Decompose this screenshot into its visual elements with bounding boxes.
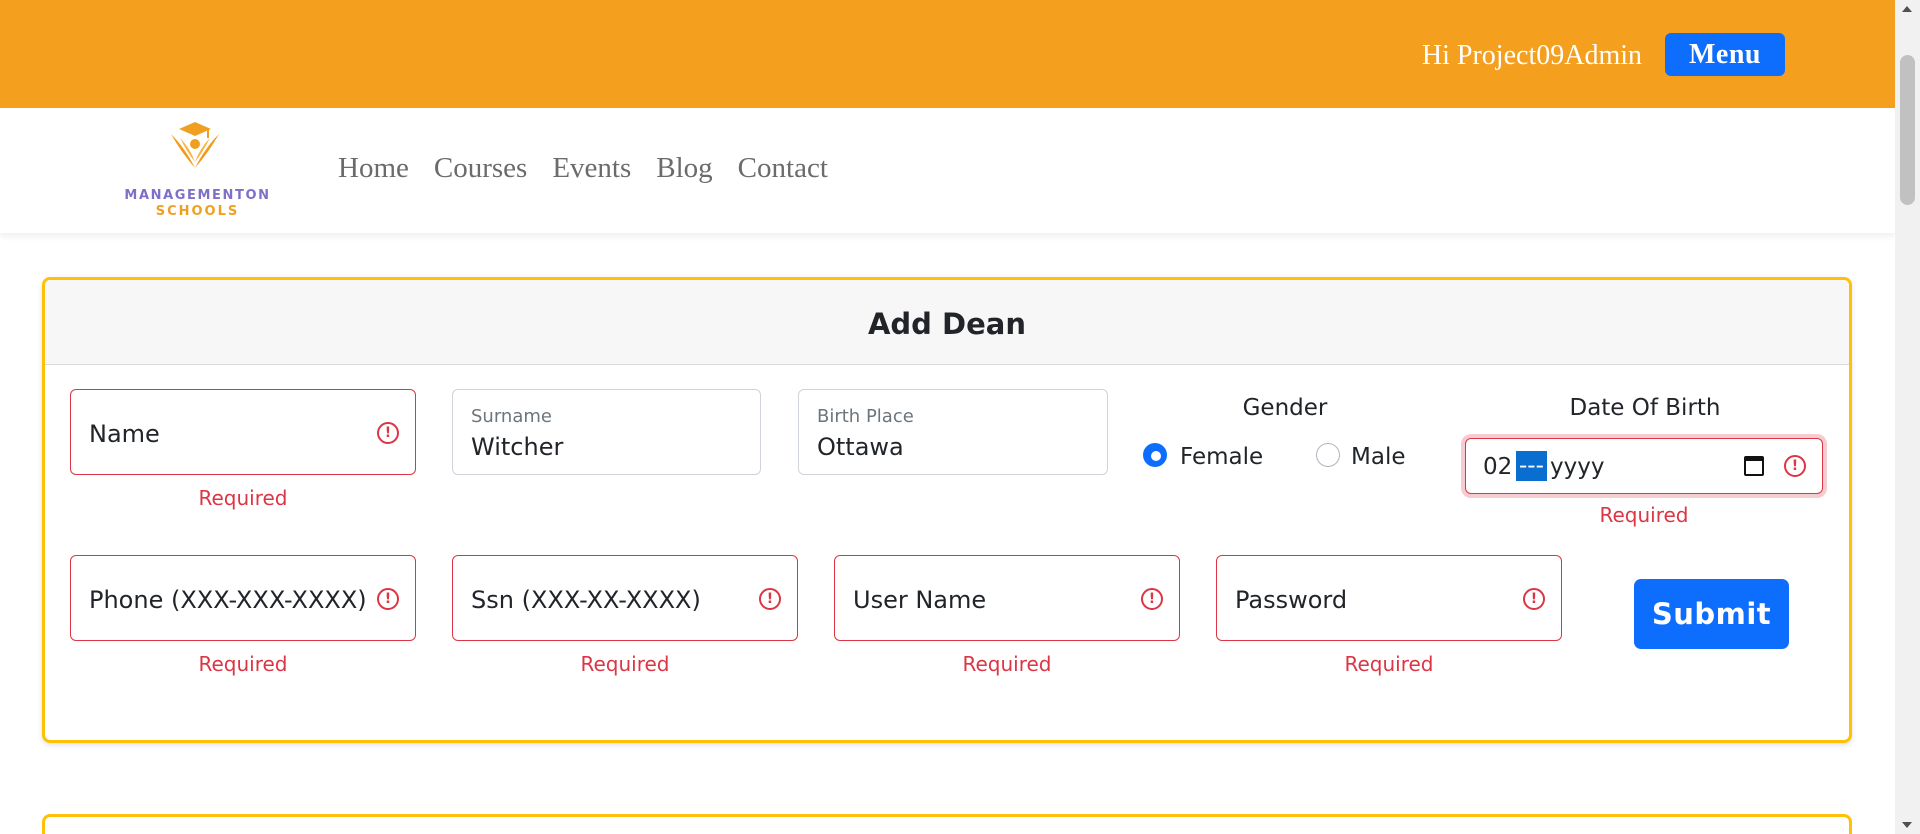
- error-icon: !: [377, 588, 399, 610]
- error-icon: !: [1523, 588, 1545, 610]
- gender-male-radio[interactable]: [1316, 443, 1340, 467]
- user-greeting: Hi Project09Admin: [1421, 40, 1642, 71]
- scroll-up-arrow-icon[interactable]: [1902, 6, 1912, 12]
- ssn-error: Required: [580, 652, 670, 676]
- name-error: Required: [198, 486, 288, 510]
- birth-place-input[interactable]: Birth Place Ottawa: [798, 389, 1108, 475]
- school-logo[interactable]: MANAGEMENTON SCHOOLS: [115, 122, 280, 219]
- dob-error: Required: [1599, 503, 1689, 527]
- graduation-cap-icon: [171, 122, 219, 168]
- gender-female-label[interactable]: Female: [1180, 444, 1263, 470]
- gender-male-label[interactable]: Male: [1351, 444, 1405, 470]
- logo-text-bottom: SCHOOLS: [155, 204, 240, 219]
- username-input[interactable]: User Name !: [834, 555, 1180, 641]
- logo-text-top: MANAGEMENTON: [124, 188, 271, 203]
- name-input[interactable]: Name !: [70, 389, 416, 475]
- main-navbar: MANAGEMENTON SCHOOLS Home Courses Events…: [0, 108, 1895, 233]
- ssn-input[interactable]: Ssn (XXX-XX-XXXX) !: [452, 555, 798, 641]
- dob-day-segment[interactable]: 02: [1483, 454, 1512, 480]
- phone-input[interactable]: Phone (XXX-XXX-XXXX) !: [70, 555, 416, 641]
- nav-links: Home Courses Events Blog Contact: [338, 152, 828, 185]
- phone-placeholder: Phone (XXX-XXX-XXXX): [89, 586, 367, 614]
- phone-error: Required: [198, 652, 288, 676]
- name-placeholder: Name: [89, 420, 160, 448]
- nav-courses[interactable]: Courses: [434, 152, 527, 185]
- surname-label: Surname: [471, 406, 552, 427]
- dob-month-segment[interactable]: ---: [1516, 451, 1547, 481]
- next-card: [42, 814, 1852, 834]
- nav-contact[interactable]: Contact: [738, 152, 828, 185]
- surname-input[interactable]: Surname Witcher: [452, 389, 761, 475]
- gender-title: Gender: [1242, 395, 1328, 421]
- error-icon: !: [377, 422, 399, 444]
- dob-title: Date Of Birth: [1569, 395, 1721, 421]
- menu-button[interactable]: Menu: [1665, 33, 1785, 76]
- surname-value: Witcher: [471, 433, 564, 461]
- password-placeholder: Password: [1235, 586, 1348, 614]
- scroll-down-arrow-icon[interactable]: [1902, 822, 1912, 828]
- nav-events[interactable]: Events: [552, 152, 631, 185]
- dob-date-input[interactable]: 02 --- yyyy !: [1465, 438, 1823, 494]
- gender-female-radio[interactable]: [1143, 443, 1167, 467]
- birth-place-value: Ottawa: [817, 433, 904, 461]
- password-input[interactable]: Password !: [1216, 555, 1562, 641]
- username-placeholder: User Name: [853, 586, 987, 614]
- dob-year-segment[interactable]: yyyy: [1550, 454, 1604, 480]
- top-header-bar: Hi Project09Admin Menu: [0, 0, 1895, 108]
- error-icon: !: [759, 588, 781, 610]
- nav-blog[interactable]: Blog: [656, 152, 712, 185]
- password-error: Required: [1344, 652, 1434, 676]
- error-icon: !: [1141, 588, 1163, 610]
- calendar-icon[interactable]: [1744, 456, 1764, 476]
- ssn-placeholder: Ssn (XXX-XX-XXXX): [471, 586, 701, 614]
- birth-place-label: Birth Place: [817, 406, 914, 427]
- card-title: Add Dean: [45, 280, 1849, 365]
- username-error: Required: [962, 652, 1052, 676]
- submit-button[interactable]: Submit: [1634, 579, 1789, 649]
- scrollbar-thumb[interactable]: [1900, 55, 1915, 205]
- nav-home[interactable]: Home: [338, 152, 409, 185]
- page-scrollbar[interactable]: [1895, 0, 1920, 834]
- error-icon: !: [1784, 455, 1806, 477]
